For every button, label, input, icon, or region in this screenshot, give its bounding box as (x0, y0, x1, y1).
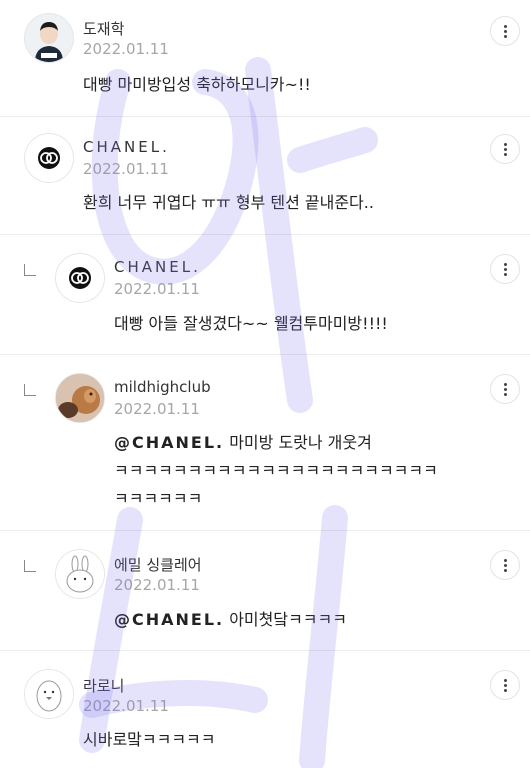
comment-item: 도재학 2022.01.11 대빵 마미방입성 축하하모니카~!! (0, 0, 530, 117)
comment-date: 2022.01.11 (83, 160, 169, 178)
avatar[interactable] (24, 133, 74, 183)
more-vertical-icon[interactable] (490, 670, 520, 700)
comment-text: @CHANEL. 마미방 도랏나 개웃겨 (114, 428, 372, 458)
reply-arrow-icon (24, 264, 36, 276)
comment-text: 시바로맠ㅋㅋㅋㅋㅋ (83, 730, 216, 749)
commenter-name[interactable]: CHANEL. (114, 258, 201, 276)
commenter-name[interactable]: CHANEL. (83, 138, 170, 156)
comment-text-line: 아미쳣닼ㅋㅋㅋㅋ (224, 610, 347, 629)
more-vertical-icon[interactable] (490, 374, 520, 404)
comment-text-line: ㅋㅋㅋㅋㅋㅋ (114, 489, 203, 508)
comment-text: @CHANEL. 아미쳣닼ㅋㅋㅋㅋ (114, 605, 347, 635)
dog-photo-icon (56, 374, 104, 422)
avatar[interactable] (24, 669, 74, 719)
commenter-name[interactable]: mildhighclub (114, 378, 211, 396)
avatar[interactable] (55, 373, 105, 423)
comment-date: 2022.01.11 (114, 280, 200, 298)
comment-text-line: 마미방 도랏나 개웃겨 (224, 433, 372, 452)
avatar[interactable] (24, 13, 74, 63)
commenter-name[interactable]: 에밀 싱클레어 (114, 554, 202, 575)
more-vertical-icon[interactable] (490, 550, 520, 580)
comment-date: 2022.01.11 (83, 40, 169, 58)
reply-item: CHANEL. 2022.01.11 대빵 아들 잘생겼다~~ 웰컴투마미방!!… (0, 234, 530, 355)
comment-text: 대빵 마미방입성 축하하모니카~!! (83, 75, 311, 94)
chanel-logo-icon (38, 147, 60, 169)
mention-link[interactable]: @CHANEL. (114, 610, 224, 629)
commenter-name[interactable]: 라로니 (83, 675, 124, 696)
reply-arrow-icon (24, 560, 36, 572)
mention-link[interactable]: @CHANEL. (114, 433, 224, 452)
comment-date: 2022.01.11 (114, 576, 200, 594)
more-vertical-icon[interactable] (490, 254, 520, 284)
person-photo-icon (25, 14, 73, 62)
comment-date: 2022.01.11 (83, 697, 169, 715)
comment-text: 환희 너무 귀엽다 ㅠㅠ 형부 텐션 끝내준다.. (83, 193, 374, 212)
reply-item: 에밀 싱클레어 2022.01.11 @CHANEL. 아미쳣닼ㅋㅋㅋㅋ (0, 530, 530, 651)
reply-arrow-icon (24, 384, 36, 396)
avatar[interactable] (55, 253, 105, 303)
commenter-name[interactable]: 도재학 (83, 18, 124, 39)
comment-text-line: ㅋㅋㅋㅋㅋㅋㅋㅋㅋㅋㅋㅋㅋㅋㅋㅋㅋㅋㅋㅋㅋㅋ (114, 461, 438, 480)
reply-item: mildhighclub 2022.01.11 @CHANEL. 마미방 도랏나… (0, 354, 530, 531)
comment-item: 라로니 2022.01.11 시바로맠ㅋㅋㅋㅋㅋ (0, 650, 530, 768)
more-vertical-icon[interactable] (490, 16, 520, 46)
penguin-character-icon (25, 670, 73, 718)
more-vertical-icon[interactable] (490, 134, 520, 164)
chanel-logo-icon (69, 267, 91, 289)
comment-item: CHANEL. 2022.01.11 환희 너무 귀엽다 ㅠㅠ 형부 텐션 끝내… (0, 116, 530, 235)
avatar[interactable] (55, 549, 105, 599)
rabbit-character-icon (56, 550, 104, 598)
comment-date: 2022.01.11 (114, 400, 200, 418)
comment-text: 대빵 아들 잘생겼다~~ 웰컴투마미방!!!! (114, 314, 388, 333)
